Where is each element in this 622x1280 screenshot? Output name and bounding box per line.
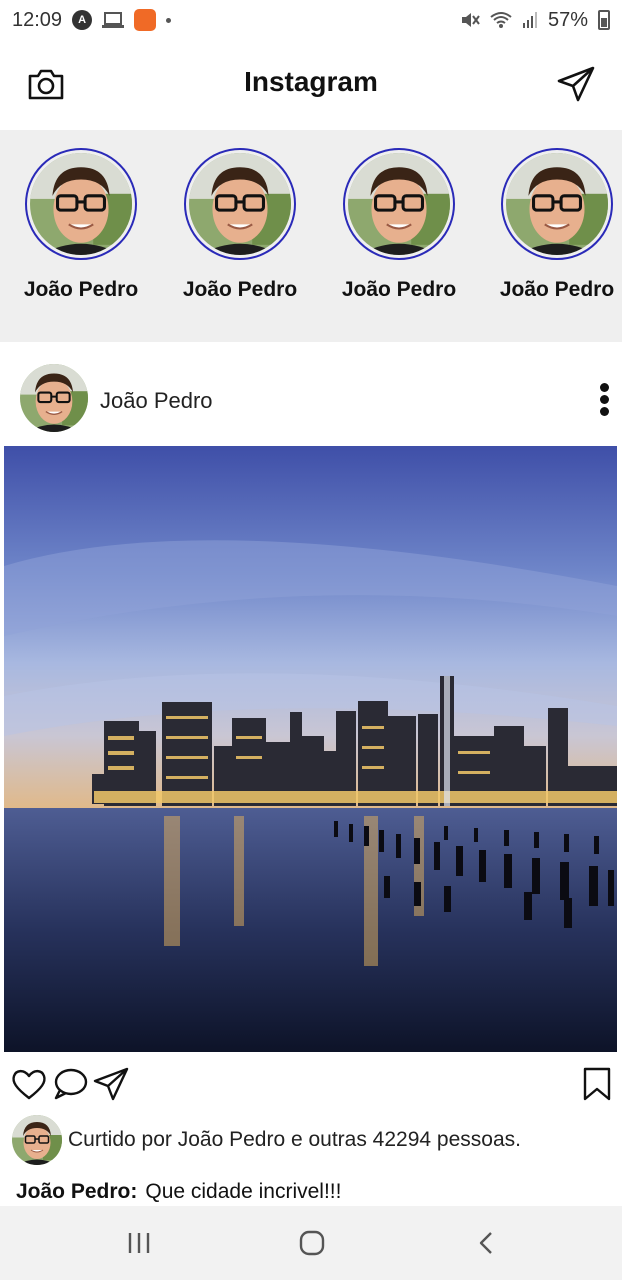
comment-icon[interactable]	[52, 1066, 90, 1102]
system-nav-bar	[0, 1206, 622, 1280]
post-caption: João Pedro: Que cidade incrivel!!!	[16, 1180, 341, 1204]
story-name: João Pedro	[182, 278, 298, 301]
home-icon[interactable]	[297, 1228, 327, 1258]
mute-icon	[461, 13, 480, 27]
stories-bar: João Pedro João Pedro João Pedro João Pe…	[0, 130, 622, 342]
bookmark-icon[interactable]	[578, 1066, 616, 1102]
story-avatar-ring[interactable]	[25, 148, 137, 260]
story-avatar-ring[interactable]	[501, 148, 613, 260]
laptop-icon	[102, 12, 125, 28]
post-avatar[interactable]	[20, 364, 88, 432]
post-header: João Pedro	[0, 362, 622, 438]
app-notification-icon	[134, 9, 157, 31]
likes-row: Curtido por João Pedro e outras 42294 pe…	[12, 1114, 521, 1166]
status-bar: 12:09 A 57%	[0, 0, 622, 40]
top-bar: Instagram	[0, 48, 622, 120]
signal-icon	[522, 12, 537, 28]
post-actions	[0, 1060, 622, 1108]
android-auto-icon: A	[72, 10, 93, 30]
story-name: João Pedro	[341, 278, 457, 301]
heart-icon[interactable]	[10, 1066, 48, 1102]
post-username[interactable]: João Pedro	[100, 388, 213, 414]
story-avatar-ring[interactable]	[343, 148, 455, 260]
liker-avatar[interactable]	[12, 1115, 62, 1165]
caption-username[interactable]: João Pedro:	[16, 1180, 137, 1203]
battery-percent: 57%	[547, 8, 588, 31]
status-time: 12:09	[12, 8, 63, 31]
back-icon[interactable]	[472, 1228, 502, 1258]
story-avatar-ring[interactable]	[184, 148, 296, 260]
story-item[interactable]: João Pedro	[175, 148, 305, 302]
battery-icon	[598, 10, 610, 30]
status-left: 12:09 A	[12, 8, 172, 32]
story-item[interactable]: João Pedro	[334, 148, 464, 302]
recent-apps-icon[interactable]	[124, 1228, 154, 1258]
story-name: João Pedro	[499, 278, 615, 301]
status-right: 57%	[460, 9, 610, 32]
story-item[interactable]: João Pedro	[492, 148, 622, 302]
story-avatar	[348, 153, 450, 255]
story-avatar	[30, 153, 132, 255]
more-options-icon[interactable]	[598, 380, 610, 420]
dot-icon	[166, 17, 172, 23]
share-icon[interactable]	[92, 1066, 130, 1102]
likes-text[interactable]: Curtido por João Pedro e outras 42294 pe…	[68, 1128, 521, 1152]
story-name: João Pedro	[23, 278, 139, 301]
post-image[interactable]	[4, 446, 617, 1052]
caption-text: Que cidade incrivel!!!	[145, 1180, 342, 1203]
app-title: Instagram	[244, 66, 378, 97]
send-icon[interactable]	[556, 64, 596, 104]
story-avatar	[506, 153, 608, 255]
wifi-icon	[490, 12, 512, 28]
story-item[interactable]: João Pedro	[16, 148, 146, 302]
story-avatar	[189, 153, 291, 255]
